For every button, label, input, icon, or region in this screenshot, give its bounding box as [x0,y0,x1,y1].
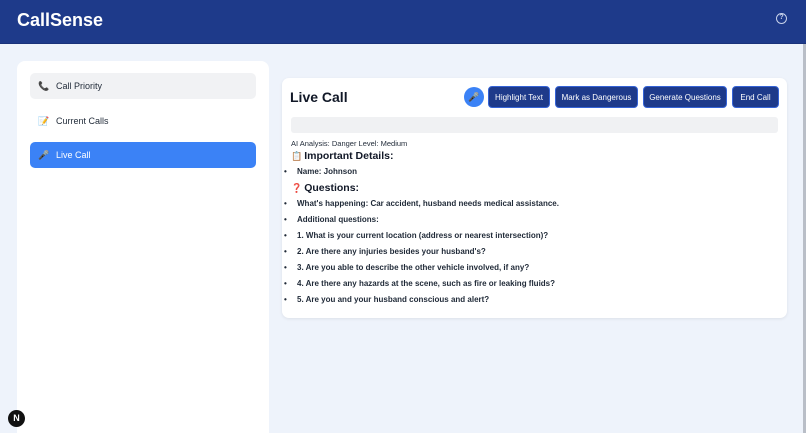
phone-icon: 📞 [38,81,50,91]
bullet: • [284,215,287,224]
sidebar-item-live-call[interactable]: 🎤 Live Call [30,142,256,168]
bullet: • [284,167,287,176]
highlight-text-button[interactable]: Highlight Text [488,86,550,108]
microphone-icon: 🎤 [38,150,50,160]
help-icon[interactable]: ? [776,13,787,24]
transcript-field[interactable] [291,117,778,133]
memo-icon: 📝 [38,116,50,126]
sidebar-item-call-priority[interactable]: 📞 Call Priority [30,73,256,99]
list-item-text: 3. Are you able to describe the other ve… [297,263,530,272]
end-call-button[interactable]: End Call [732,86,779,108]
important-details-heading: 📋 Important Details: [291,150,393,162]
heading-label: Important Details: [304,150,394,162]
questions-heading: ❓ Questions: [291,182,359,194]
ai-analysis: AI Analysis: Danger Level: Medium [291,139,408,148]
generate-questions-button[interactable]: Generate Questions [643,86,727,108]
mark-dangerous-button[interactable]: Mark as Dangerous [555,86,638,108]
list-item-text: Additional questions: [297,215,379,224]
live-call-panel: Live Call 🎤 Highlight Text Mark as Dange… [282,78,787,318]
app-title: CallSense [17,10,104,30]
sidebar: 📞 Call Priority 📝 Current Calls 🎤 Live C… [17,61,269,433]
microphone-button[interactable]: 🎤 [464,87,484,107]
dev-tools-button[interactable]: N [8,410,25,427]
sidebar-item-label: Live Call [56,150,91,160]
heading-label: Questions: [304,182,360,194]
bullet: • [284,263,287,272]
bullet: • [284,247,287,256]
sidebar-item-current-calls[interactable]: 📝 Current Calls [30,108,256,134]
list-item-text: 2. Are there any injuries besides your h… [297,247,486,256]
question-mark-icon: ❓ [291,183,303,193]
bullet: • [284,199,287,208]
sidebar-item-label: Current Calls [56,116,109,126]
clipboard-icon: 📋 [291,151,303,161]
bullet: • [284,279,287,288]
list-item-text: What's happening: Car accident, husband … [297,199,559,208]
list-item-text: 4. Are there any hazards at the scene, s… [297,279,556,288]
sidebar-item-label: Call Priority [56,81,103,91]
page-title: Live Call [290,89,348,105]
bullet: • [284,295,287,304]
list-item-text: 5. Are you and your husband conscious an… [297,295,490,304]
list-item-text: 1. What is your current location (addres… [297,231,549,240]
microphone-icon: 🎤 [468,92,480,102]
list-item-text: Name: Johnson [297,167,358,176]
bullet: • [284,231,287,240]
top-bar: CallSense ? [0,0,806,44]
